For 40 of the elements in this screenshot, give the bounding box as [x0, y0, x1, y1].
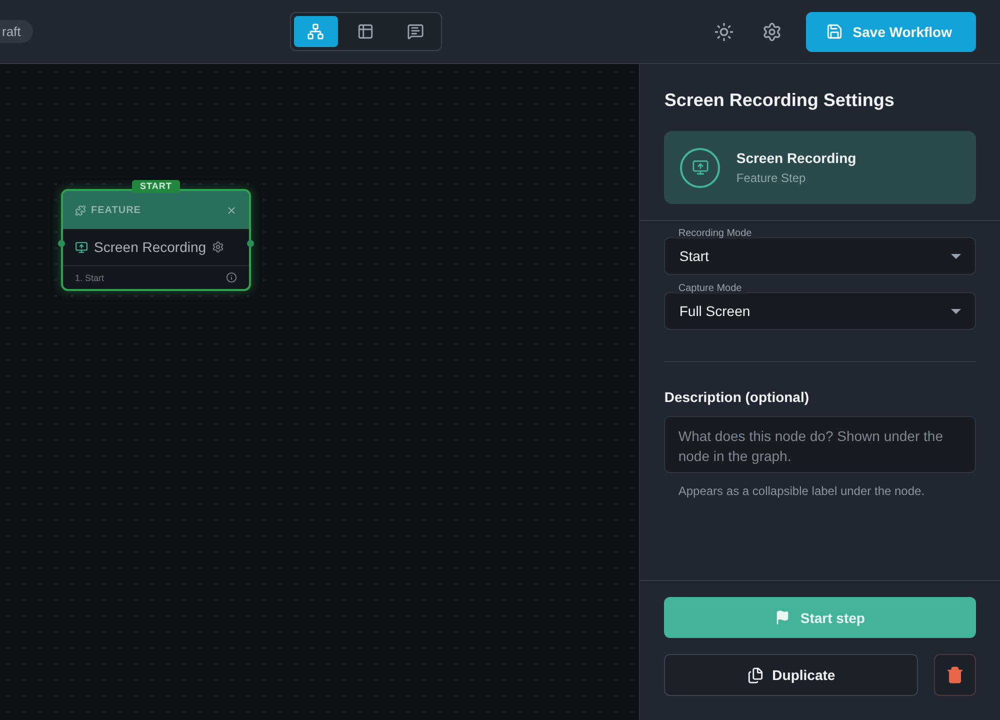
- workflow-node[interactable]: FEATURE Screen Recording 1. Start: [61, 189, 251, 291]
- monitor-icon: [75, 240, 88, 254]
- field-value: Start: [679, 248, 709, 264]
- field-value: Full Screen: [679, 303, 750, 319]
- view-tab[interactable]: [294, 16, 338, 47]
- field-label: Recording Mode: [674, 228, 756, 239]
- input-port[interactable]: [58, 240, 65, 247]
- card-subtitle: Feature Step: [736, 171, 807, 185]
- diagram-icon: [307, 23, 324, 40]
- status-badge: raft: [0, 20, 33, 43]
- field-label: Capture Mode: [674, 283, 746, 294]
- close-icon[interactable]: [226, 204, 237, 216]
- trash-icon: [946, 666, 964, 684]
- message-icon: [407, 23, 424, 40]
- node-title: Screen Recording: [94, 239, 206, 255]
- table-icon: [357, 23, 374, 40]
- panel-title: Screen Recording Settings: [664, 90, 896, 111]
- delete-button[interactable]: [934, 654, 976, 696]
- description-label: Description (optional): [664, 389, 810, 405]
- output-port[interactable]: [247, 240, 254, 247]
- info-icon: [226, 272, 237, 283]
- description-field[interactable]: What does this node do? Shown under the node in the graph.: [664, 416, 976, 473]
- save-icon: [826, 23, 843, 40]
- settings-icon: [762, 22, 782, 42]
- select-field[interactable]: Start: [664, 237, 976, 275]
- puzzle-icon: [75, 204, 86, 216]
- start-badge: START: [132, 180, 180, 193]
- copy-icon: [747, 666, 764, 684]
- caret-icon: [951, 254, 961, 258]
- card-title: Screen Recording: [736, 150, 856, 166]
- settings-icon[interactable]: [212, 241, 224, 253]
- sun-icon: [714, 22, 734, 42]
- select-field[interactable]: Full Screen: [664, 292, 976, 330]
- node-type: FEATURE: [91, 204, 141, 216]
- node-footer: 1. Start: [75, 272, 104, 282]
- caret-icon: [951, 308, 961, 314]
- duplicate-button[interactable]: Duplicate: [664, 654, 918, 696]
- monitor-icon: [680, 148, 720, 188]
- flag-icon: [775, 610, 790, 625]
- description-hint: Appears as a collapsible label under the node.: [677, 483, 926, 498]
